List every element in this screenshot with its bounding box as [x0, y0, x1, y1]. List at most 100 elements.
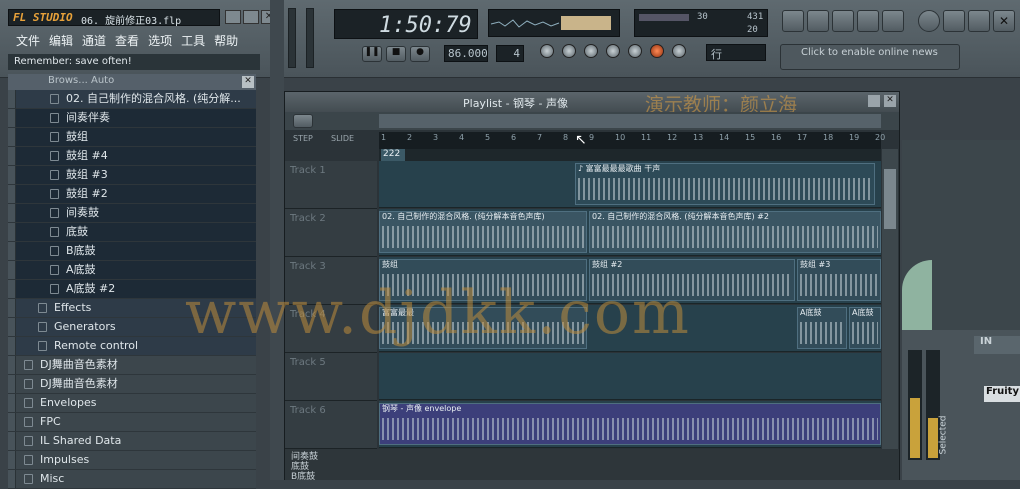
ruler-tick-label: 20: [875, 133, 886, 142]
track-header[interactable]: Track 6: [285, 401, 377, 449]
browser-item-label: A底鼓: [66, 263, 96, 276]
main-menu: 文件 编辑 通道 查看 选项 工具 帮助: [16, 32, 266, 49]
pattern-clip[interactable]: A底鼓: [797, 307, 847, 349]
maximize-button[interactable]: [243, 10, 259, 24]
browser-item-label: 鼓组 #3: [66, 168, 108, 181]
mode-knob-6[interactable]: [672, 44, 686, 58]
folder-icon: [24, 436, 33, 446]
pattern-clip[interactable]: 02. 自己制作的混合风格. (纯分解本音色声库): [379, 211, 587, 253]
timeline-ruler[interactable]: 1 2 3 4 5 6 7 8 9 10 11 12 13 14 15 16 17 18 19 20 ↖: [379, 132, 885, 149]
browser-item-pattern[interactable]: B底鼓: [8, 242, 256, 261]
browser-item-pattern[interactable]: 间奏伴奏: [8, 109, 256, 128]
marker-bar: 222: [379, 149, 881, 161]
menu-options[interactable]: 选项: [148, 34, 172, 48]
mode-knob-5[interactable]: [628, 44, 642, 58]
fruity-slot[interactable]: Fruity: [984, 386, 1020, 402]
track-lane[interactable]: ♪ 富富最最最歌曲 干声: [379, 161, 881, 208]
play-button[interactable]: ❚❚: [362, 46, 382, 62]
step-seq-view-button[interactable]: [807, 10, 829, 32]
hint-bar: Remember: save often!: [8, 54, 260, 70]
track-lane[interactable]: 02. 自己制作的混合风格. (纯分解本音色声库) 02. 自己制作的混合风格. …: [379, 209, 881, 256]
menu-view[interactable]: 查看: [115, 34, 139, 48]
save-icon[interactable]: [943, 10, 965, 32]
browser-folder[interactable]: DJ舞曲音色素材: [8, 375, 256, 394]
playlist-close-icon[interactable]: ✕: [884, 95, 896, 107]
pattern-clip[interactable]: 钢琴 - 声像 envelope: [379, 403, 881, 445]
browser-item-label: Generators: [54, 320, 116, 333]
power-icon[interactable]: [918, 10, 940, 32]
track-header[interactable]: Track 1: [285, 161, 377, 209]
stop-button[interactable]: ■: [386, 46, 406, 62]
menu-help[interactable]: 帮助: [214, 34, 238, 48]
pattern-clip[interactable]: 02. 自己制作的混合风格. (纯分解本音色声库) #2: [589, 211, 881, 253]
pattern-mode-select[interactable]: 行: [706, 44, 766, 61]
record-mode-knob[interactable]: [650, 44, 664, 58]
ruler-tick-label: 18: [823, 133, 834, 142]
mode-knob-4[interactable]: [606, 44, 620, 58]
browser-item-pattern[interactable]: 鼓组 #4: [8, 147, 256, 166]
browser-item-top-pattern[interactable]: 02. 自己制作的混合风格. (纯分解...: [8, 90, 256, 109]
mode-knob-3[interactable]: [584, 44, 598, 58]
playlist-toolbar: [285, 112, 899, 130]
piano-roll-view-button[interactable]: [832, 10, 854, 32]
playlist-max-button[interactable]: [868, 95, 880, 107]
play-pattern-button[interactable]: [293, 114, 313, 128]
browser-item-pattern[interactable]: 鼓组 #3: [8, 166, 256, 185]
pattern-clip[interactable]: A底鼓: [849, 307, 881, 349]
menu-channels[interactable]: 通道: [82, 34, 106, 48]
menu-edit[interactable]: 编辑: [49, 34, 73, 48]
marker-label: 222: [381, 149, 405, 161]
export-icon[interactable]: [968, 10, 990, 32]
ruler-tick-label: 15: [745, 133, 756, 142]
browser-close-icon[interactable]: ✕: [242, 76, 254, 88]
pattern-icon: [50, 151, 59, 161]
insert-slot-header: IN: [974, 336, 1020, 354]
record-button[interactable]: ●: [410, 46, 430, 62]
pattern-clip[interactable]: 鼓组 #3: [797, 259, 881, 301]
browser-folder[interactable]: Envelopes: [8, 394, 256, 413]
browser-item-pattern[interactable]: 鼓组: [8, 128, 256, 147]
browser-item-pattern[interactable]: 鼓组 #2: [8, 185, 256, 204]
track-lane[interactable]: [379, 353, 881, 400]
minimize-button[interactable]: [225, 10, 241, 24]
tempo-display[interactable]: 86.000: [444, 45, 488, 62]
row-gutter: [8, 337, 16, 355]
master-volume-slider[interactable]: [288, 8, 296, 68]
horizontal-scrollbar[interactable]: [379, 114, 881, 128]
browser-folder[interactable]: FPC: [8, 413, 256, 432]
close-app-icon[interactable]: ✕: [993, 10, 1015, 32]
vertical-scrollbar[interactable]: [882, 149, 898, 449]
mixer-view-button[interactable]: [882, 10, 904, 32]
master-pitch-slider[interactable]: [306, 8, 314, 68]
vertical-scroll-thumb[interactable]: [884, 169, 896, 229]
browser-header: Brows... Auto: [8, 74, 256, 90]
browser-item-pattern[interactable]: 底鼓: [8, 223, 256, 242]
mode-knob-1[interactable]: [540, 44, 554, 58]
pattern-clip[interactable]: ♪ 富富最最最歌曲 干声: [575, 163, 875, 205]
browser-item-pattern[interactable]: 间奏鼓: [8, 204, 256, 223]
menu-file[interactable]: 文件: [16, 34, 40, 48]
menu-tools[interactable]: 工具: [181, 34, 205, 48]
channel-name[interactable]: B底鼓: [291, 469, 315, 482]
track-header[interactable]: Track 2: [285, 209, 377, 257]
slide-toggle[interactable]: SLIDE: [331, 134, 354, 143]
level-meter-left: [908, 350, 922, 460]
browser-folder[interactable]: DJ舞曲音色素材: [8, 356, 256, 375]
browser-folder[interactable]: Impulses: [8, 451, 256, 470]
browser-folder[interactable]: IL Shared Data: [8, 432, 256, 451]
pattern-display[interactable]: 4: [496, 45, 524, 62]
news-button[interactable]: Click to enable online news: [780, 44, 960, 70]
browser-view-button[interactable]: [857, 10, 879, 32]
folder-icon: [24, 398, 33, 408]
track-lane[interactable]: 钢琴 - 声像 envelope: [379, 401, 881, 448]
channel-list-strip: 间奏鼓 底鼓 B底鼓: [285, 449, 899, 482]
row-gutter: [8, 185, 16, 203]
row-gutter: [8, 147, 16, 165]
folder-icon: [24, 379, 33, 389]
pattern-content-preview: [800, 274, 878, 296]
track-header[interactable]: Track 5: [285, 353, 377, 401]
mode-knob-2[interactable]: [562, 44, 576, 58]
step-toggle[interactable]: STEP: [293, 134, 313, 143]
oscilloscope: [488, 9, 620, 37]
playlist-view-button[interactable]: [782, 10, 804, 32]
